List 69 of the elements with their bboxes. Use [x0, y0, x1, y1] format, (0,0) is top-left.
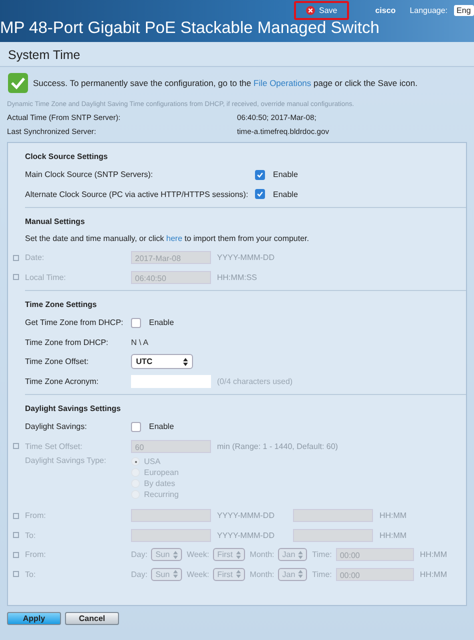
field-hint: YYYY-MMM-DD — [217, 253, 274, 262]
field-label: Day: — [131, 570, 148, 579]
field-label: Time: — [312, 550, 332, 560]
radio-label: USA — [144, 457, 160, 466]
checkbox-label: Enable — [149, 318, 174, 328]
field-label: Local Time: — [25, 272, 67, 282]
field-label: Week: — [186, 570, 210, 579]
field-hint: HH:MM — [379, 511, 407, 520]
updown-arrows-icon — [172, 570, 178, 578]
updown-arrows-icon — [172, 550, 178, 559]
field-label: Daylight Savings Type: — [25, 456, 108, 465]
field-hint: min (Range: 1 - 1440, Default: 60) — [217, 442, 338, 451]
field-label: To: — [25, 530, 37, 540]
success-message: Success. To permanently save the configuration, go to the File Operations page or click the Save icon. — [33, 78, 418, 88]
field-hint: HH:MM — [379, 530, 407, 540]
field-hint: (0/4 characters used) — [217, 376, 293, 386]
updown-arrows-icon — [298, 550, 304, 559]
field-hint: YYYY-MMM-DD — [217, 511, 274, 520]
field-label: To: — [25, 570, 37, 579]
language-select[interactable]: Eng — [454, 4, 474, 16]
language-label: Language: — [410, 6, 448, 14]
field-hint: YYYY-MMM-DD — [217, 530, 274, 540]
field-label: Month: — [250, 550, 274, 560]
brand-logo: cisco — [375, 6, 396, 14]
field-label: Get Time Zone from DHCP: — [25, 318, 124, 328]
field-label: Daylight Savings: — [25, 422, 88, 432]
field-hint: HH:MM — [420, 550, 447, 560]
field-label: From: — [25, 511, 47, 520]
field-label: Time: — [312, 570, 332, 579]
close-icon — [306, 6, 315, 14]
intro-text: Set the date and time manually, or click here to import them from your computer. — [25, 233, 310, 245]
checkbox[interactable] — [255, 170, 265, 180]
field-label: From: — [25, 550, 47, 560]
field-label: Day: — [131, 550, 148, 560]
field-hint: HH:MM:SS — [217, 272, 257, 282]
field-label: Alternate Clock Source (PC via active HTTP/HTTPS sessions): — [25, 190, 250, 199]
radio-label: European — [144, 468, 179, 477]
updown-arrows-icon — [298, 570, 304, 578]
apply-button[interactable]: Apply — [7, 612, 61, 625]
field-label: Time Set Offset: — [25, 442, 84, 451]
page-title: System Time — [0, 42, 474, 67]
checkbox-label: Enable — [273, 190, 298, 199]
field-label: Time Zone Offset: — [25, 357, 90, 366]
updown-arrows-icon — [183, 358, 188, 366]
field-label: Time Zone from DHCP: — [25, 338, 110, 347]
checkbox-label: Enable — [149, 422, 174, 432]
field-label: Date: — [25, 253, 46, 262]
file-operations-link[interactable]: File Operations — [254, 78, 312, 88]
updown-arrows-icon — [236, 570, 241, 578]
product-title: MP 48-Port Gigabit PoE Stackable Managed Switch — [0, 19, 380, 38]
save-button[interactable]: Save — [294, 0, 350, 20]
input-field[interactable] — [131, 374, 211, 388]
field-hint: HH:MM — [420, 570, 447, 579]
field-value: N \ A — [131, 338, 148, 347]
radio-label: By dates — [144, 479, 176, 488]
here-link[interactable]: here — [166, 234, 182, 243]
checkbox[interactable] — [131, 318, 141, 328]
field-label: Time Zone Acronym: — [25, 376, 100, 386]
checkbox-label: Enable — [273, 170, 298, 180]
radio-label: Recurring — [144, 490, 179, 499]
time-zone-select[interactable]: UTC — [131, 354, 193, 370]
check-icon — [8, 73, 28, 93]
field-label: Week: — [186, 550, 210, 560]
updown-arrows-icon — [236, 550, 241, 559]
field-label: Month: — [250, 570, 274, 579]
checkbox[interactable] — [131, 422, 141, 432]
field-label: Main Clock Source (SNTP Servers): — [25, 170, 154, 180]
checkbox[interactable] — [255, 189, 265, 200]
cancel-button[interactable]: Cancel — [65, 612, 119, 625]
